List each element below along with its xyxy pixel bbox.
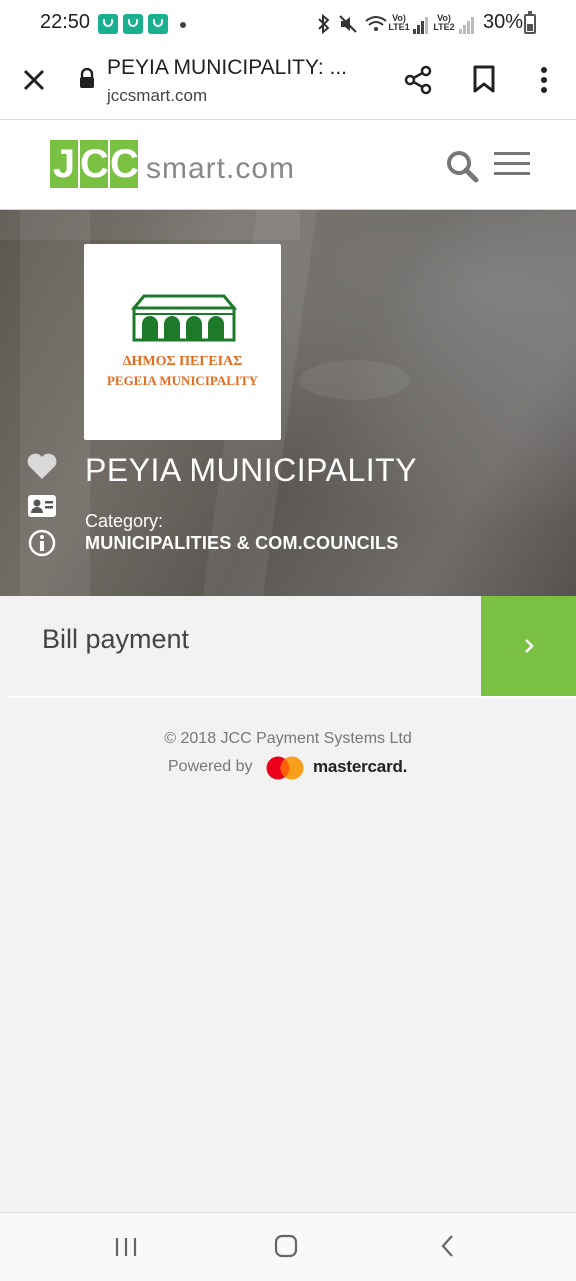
bill-payment-button[interactable] <box>481 596 576 696</box>
back-icon[interactable] <box>438 1234 458 1258</box>
share-icon[interactable] <box>402 64 434 96</box>
category-label: Category: <box>85 511 164 531</box>
wifi-icon <box>364 13 388 40</box>
bill-payment-label[interactable]: Bill payment <box>42 624 189 655</box>
network-lte1-label: Vo) LTE1 <box>388 13 410 32</box>
network-lte2-label: Vo) LTE2 <box>433 13 455 32</box>
notification-icon <box>148 14 168 34</box>
contact-card-icon[interactable] <box>28 495 56 517</box>
signal-icon <box>459 14 475 34</box>
chevron-right-icon <box>525 639 534 653</box>
merchant-logo: ΔΗΜΟΣ ΠΕΓΕΙΑΣ PEGEIA MUNICIPALITY <box>84 244 281 440</box>
bookmark-icon[interactable] <box>472 64 496 94</box>
divider <box>8 696 576 698</box>
page-url[interactable]: jccsmart.com <box>107 86 207 106</box>
logo-text-greek: ΔΗΜΟΣ ΠΕΓΕΙΑΣ <box>122 354 243 369</box>
lock-icon[interactable] <box>78 67 96 90</box>
logo-letter: J <box>50 140 78 188</box>
signal-icon <box>413 14 429 34</box>
logo-text-english: PEGEIA MUNICIPALITY <box>106 373 259 388</box>
logo-letter: C <box>80 140 109 188</box>
favorite-heart-icon[interactable] <box>26 452 58 480</box>
logo-letter: C <box>110 140 139 188</box>
jccsmart-logo[interactable]: J C C smart.com <box>50 140 295 188</box>
page-title[interactable]: PEYIA MUNICIPALITY: ... <box>107 56 377 80</box>
close-icon[interactable] <box>20 66 48 94</box>
battery-percent: 30% <box>483 11 524 33</box>
mastercard-logo-icon <box>265 756 305 780</box>
municipality-building-icon <box>130 294 238 342</box>
more-options-icon[interactable] <box>534 64 554 96</box>
mastercard-wordmark: mastercard. <box>313 757 408 776</box>
category-value: MUNICIPALITIES & COM.COUNCILS <box>85 533 399 553</box>
notification-icon <box>98 14 118 34</box>
status-time: 22:50 <box>40 11 91 33</box>
search-icon[interactable] <box>444 148 480 184</box>
notification-icon <box>123 14 143 34</box>
info-icon[interactable] <box>28 529 56 557</box>
home-icon[interactable] <box>274 1234 298 1258</box>
hamburger-menu-icon[interactable] <box>494 152 532 178</box>
powered-by-text: Powered by <box>168 758 253 775</box>
battery-icon <box>524 11 536 34</box>
logo-text: smart.com <box>146 152 296 185</box>
more-notifications-dot <box>180 22 186 28</box>
merchant-name: PEYIA MUNICIPALITY <box>85 452 418 488</box>
bluetooth-icon <box>316 13 332 40</box>
mute-icon <box>338 13 358 40</box>
copyright-text: © 2018 JCC Payment Systems Ltd <box>164 730 412 747</box>
recent-apps-icon[interactable] <box>114 1236 138 1258</box>
